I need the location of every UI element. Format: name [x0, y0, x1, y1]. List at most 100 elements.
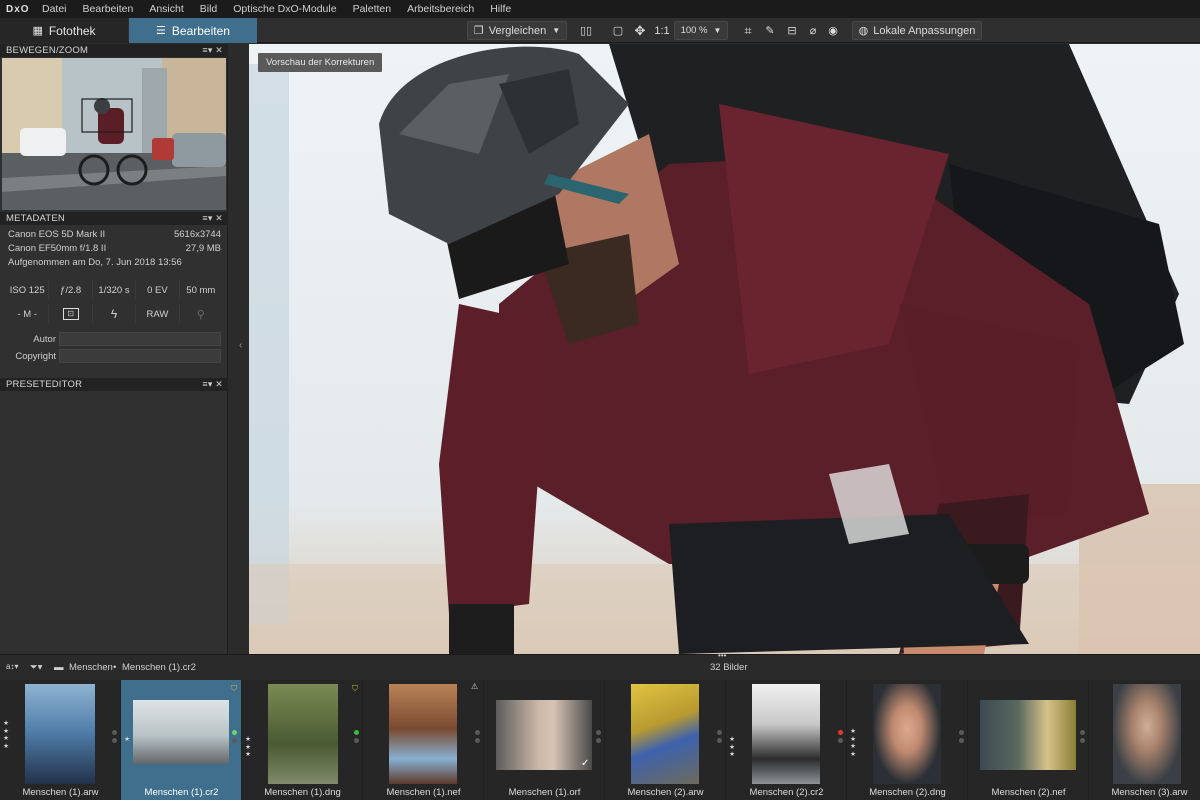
exposure-mode: - M -	[6, 304, 50, 324]
horizon-tool-button[interactable]: ⊟	[782, 21, 802, 40]
lens-model: Canon EF50mm f/1.8 II	[8, 243, 107, 254]
capture-date: Aufgenommen am Do, 7. Jun 2018 13:56	[8, 257, 182, 268]
filter-icon[interactable]: ⏷▾	[30, 662, 42, 673]
thumbnail-image	[133, 700, 229, 764]
thumbnail-image	[268, 684, 338, 784]
thumbnail-image	[389, 684, 457, 784]
color-label-dots[interactable]	[596, 730, 602, 746]
color-label-dots[interactable]	[112, 730, 118, 746]
thumbnail-image	[25, 684, 95, 784]
local-adjust-icon: ◍	[858, 25, 869, 37]
thumbnail-filename: Menschen (2).nef	[991, 787, 1066, 798]
shutter-value: 1/320 s	[93, 280, 137, 300]
sort-az-icon[interactable]: a↕▾	[6, 662, 18, 671]
thumbnail-image	[873, 684, 941, 784]
path-file[interactable]: Menschen (1).cr2	[122, 662, 196, 673]
repair-tool-button[interactable]: ⌀	[803, 21, 823, 40]
move-button[interactable]: ✥	[630, 21, 650, 40]
zoom-1to1-button[interactable]: 1:1	[652, 21, 672, 40]
author-field[interactable]	[59, 332, 221, 346]
navigator-image	[2, 58, 226, 210]
filmstrip-item-selected[interactable]: ⛉ ★ Menschen (1).cr2	[121, 680, 242, 800]
menu-arbeitsbereich[interactable]: Arbeitsbereich	[399, 0, 482, 18]
color-label-dots[interactable]	[232, 730, 238, 746]
menu-hilfe[interactable]: Hilfe	[482, 0, 519, 18]
color-label-dots[interactable]	[838, 730, 844, 746]
flash-off-icon: ϟ	[93, 304, 137, 324]
thumbnail-filename: Menschen (2).arw	[627, 787, 704, 798]
compare-icon: ❐	[473, 25, 484, 37]
filmstrip-item[interactable]: ★ ★ ★ ⛉ Menschen (1).dng	[242, 680, 363, 800]
path-separator: •	[113, 662, 117, 673]
fit-screen-button[interactable]: ▢	[608, 21, 628, 40]
thumbnail-image	[1113, 684, 1181, 784]
gps-pin-icon: ⚲	[196, 308, 205, 321]
thumbnail-filename: Menschen (1).dng	[264, 787, 341, 798]
metadata-header[interactable]: METADATEN ≡▾ ✕	[0, 212, 228, 225]
main-toolbar: ▦ Fotothek ☰ Bearbeiten ❐ Vergleichen ▼ …	[0, 18, 1200, 43]
color-label-dots[interactable]	[1080, 730, 1086, 746]
dxo-photolab-window: DxO Datei Bearbeiten Ansicht Bild Optisc…	[0, 0, 1200, 800]
menu-optische-module[interactable]: Optische DxO-Module	[225, 0, 344, 18]
rating-stars[interactable]: ★ ★ ★	[244, 736, 252, 759]
compare-button[interactable]: ❐ Vergleichen ▼	[467, 21, 567, 40]
panel-menu-close-icon[interactable]: ≡▾ ✕	[202, 212, 223, 225]
metering-icon: ⊡	[49, 304, 93, 324]
panel-menu-close-icon[interactable]: ≡▾ ✕	[202, 44, 223, 57]
split-view-button[interactable]: ▯▯	[576, 21, 596, 40]
menu-ansicht[interactable]: Ansicht	[141, 0, 191, 18]
move-icon: ✥	[634, 22, 646, 38]
copyright-field[interactable]	[59, 349, 221, 363]
filmstrip-item[interactable]: ✓ Menschen (1).orf	[484, 680, 605, 800]
image-viewer[interactable]	[249, 44, 1200, 654]
navigator-header[interactable]: BEWEGEN/ZOOM ≡▾ ✕	[0, 44, 228, 57]
filmstrip-item[interactable]: Menschen (2).nef	[968, 680, 1089, 800]
local-adjustments-button[interactable]: ◍ Lokale Anpassungen	[852, 21, 982, 40]
tab-fotothek[interactable]: ▦ Fotothek	[0, 18, 128, 43]
filmstrip-item[interactable]: ★ ★ ★ ★ Menschen (1).arw	[0, 680, 121, 800]
rating-stars[interactable]: ★	[123, 736, 131, 744]
tab-bearbeiten[interactable]: ☰ Bearbeiten	[129, 18, 257, 43]
rating-stars[interactable]: ★ ★ ★ ★	[849, 728, 857, 758]
main-photo	[249, 44, 1200, 654]
compare-label: Vergleichen	[488, 24, 547, 37]
navigator-thumbnail[interactable]	[2, 58, 226, 210]
zoom-select[interactable]: 100 % ▼	[674, 21, 728, 40]
color-label-dots[interactable]	[354, 730, 360, 746]
app-logo: DxO	[6, 3, 30, 15]
eyedropper-button[interactable]: ✎	[760, 21, 780, 40]
crop-tool-button[interactable]: ⌗	[738, 21, 758, 40]
menu-bearbeiten[interactable]: Bearbeiten	[75, 0, 142, 18]
preview-corrections-badge[interactable]: Vorschau der Korrekturen	[258, 53, 383, 72]
collapse-panel-icon[interactable]: ‹	[239, 340, 242, 351]
menu-bild[interactable]: Bild	[192, 0, 226, 18]
preview-eye-button[interactable]: ◉	[823, 21, 843, 40]
filmstrip-item[interactable]: ⚠ Menschen (1).nef	[363, 680, 484, 800]
color-label-dots[interactable]	[475, 730, 481, 746]
copyright-label: Copyright	[15, 351, 56, 362]
grid-icon: ▦	[32, 25, 43, 37]
navigator-title: BEWEGEN/ZOOM	[6, 45, 89, 56]
ev-value: 0 EV	[136, 280, 180, 300]
color-label-dots[interactable]	[717, 730, 723, 746]
menu-paletten[interactable]: Paletten	[345, 0, 400, 18]
drag-handle-icon[interactable]: •••	[718, 651, 726, 660]
author-label: Autor	[33, 334, 56, 345]
eyedropper-icon: ✎	[765, 25, 775, 37]
thumbnail-filename: Menschen (2).dng	[869, 787, 946, 798]
path-folder[interactable]: Menschen	[69, 662, 113, 673]
panel-menu-close-icon[interactable]: ≡▾ ✕	[202, 378, 223, 391]
filmstrip-item[interactable]: Menschen (3).arw	[1089, 680, 1200, 800]
exif-row-icons: - M - ⊡ ϟ RAW ⚲	[6, 304, 222, 324]
filmstrip-item[interactable]: Menschen (2).arw	[605, 680, 726, 800]
rating-stars[interactable]: ★ ★ ★ ★	[2, 720, 10, 750]
file-format: RAW	[136, 304, 180, 324]
aperture-value: ƒ/2.8	[49, 280, 93, 300]
color-label-dots[interactable]	[959, 730, 965, 746]
preset-editor-header[interactable]: PRESETEDITOR ≡▾ ✕	[0, 378, 228, 391]
local-adjust-label: Lokale Anpassungen	[873, 24, 976, 37]
filmstrip-item[interactable]: ★ ★ ★ ★ Menschen (2).dng	[847, 680, 968, 800]
rating-stars[interactable]: ★ ★ ★	[728, 736, 736, 759]
filmstrip-item[interactable]: ★ ★ ★ Menschen (2).cr2	[726, 680, 847, 800]
menu-datei[interactable]: Datei	[34, 0, 75, 18]
